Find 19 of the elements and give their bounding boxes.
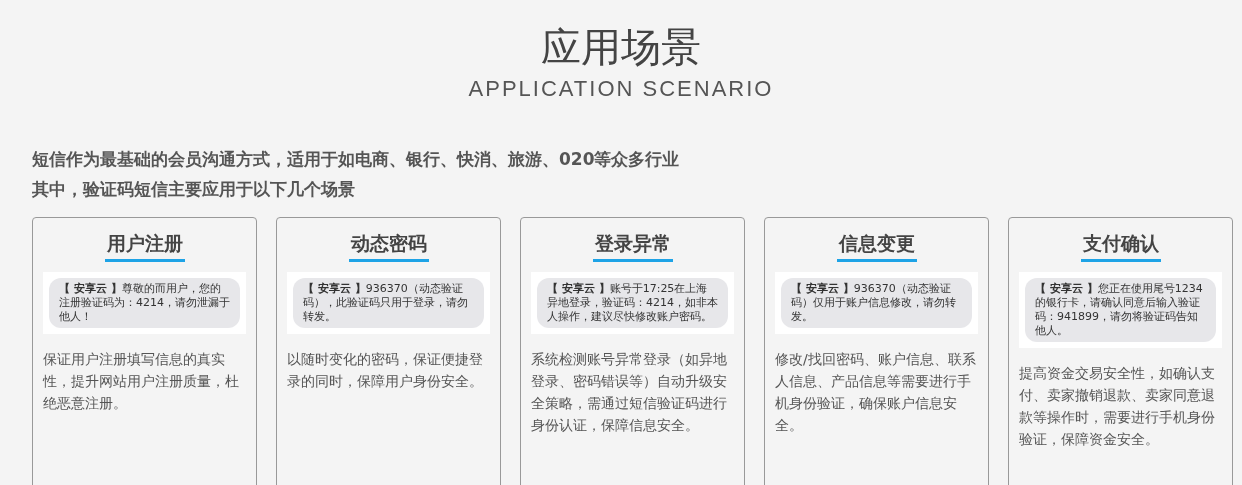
sms-bubble: 【 安享云 】账号于17:25在上海异地登录，验证码：4214，如非本人操作，建议尽快修改账户密码。 [537,278,728,328]
sms-bubble: 【 安享云 】936370（动态验证码）仅用于账户信息修改，请勿转发。 [781,278,972,328]
card-description: 系统检测账号异常登录（如异地登录、密码错误等）自动升级安全策略，需通过短信验证码进行身份认证，保障信息安全。 [531,350,728,435]
sms-bubble: 【 安享云 】936370（动态验证码），此验证码只用于登录，请勿转发。 [293,278,484,328]
card-description: 修改/找回密码、账户信息、联系人信息、产品信息等需要进行手机身份验证，确保账户信息安全。 [775,350,977,435]
section-title: 应用场景 [540,23,702,72]
card-title: 用户注册 [104,230,185,262]
sms-bubble: 【 安享云 】尊敬的而用户，您的注册验证码为：4214，请勿泄漏于他人！ [49,278,240,328]
section-subtitle: APPLICATION SCENARIO [467,76,775,102]
card-description: 保证用户注册填写信息的真实性，提升网站用户注册质量，杜绝恶意注册。 [43,350,240,413]
card-description: 以随时变化的密码，保证便捷登录的同时，保障用户身份安全。 [287,350,484,391]
intro-text: 其中，验证码短信主要应用于以下几个场景 [32,178,356,201]
card-title: 动态密码 [348,230,429,262]
intro-text: 短信作为最基础的会员沟通方式，适用于如电商、银行、快消、旅游、020等众多行业 [32,148,681,171]
card-description: 提高资金交易安全性，如确认支付、卖家撤销退款、卖家同意退款等操作时，需要进行手机身份验证，保障资金安全。 [1019,364,1216,449]
card-title: 支付确认 [1080,230,1161,262]
card-title: 登录异常 [592,230,673,262]
card-title: 信息变更 [836,230,917,262]
sms-bubble: 【 安享云 】您正在使用尾号1234的银行卡，请确认同意后输入验证码：941899，请勿将验证码告知他人。 [1025,278,1216,342]
